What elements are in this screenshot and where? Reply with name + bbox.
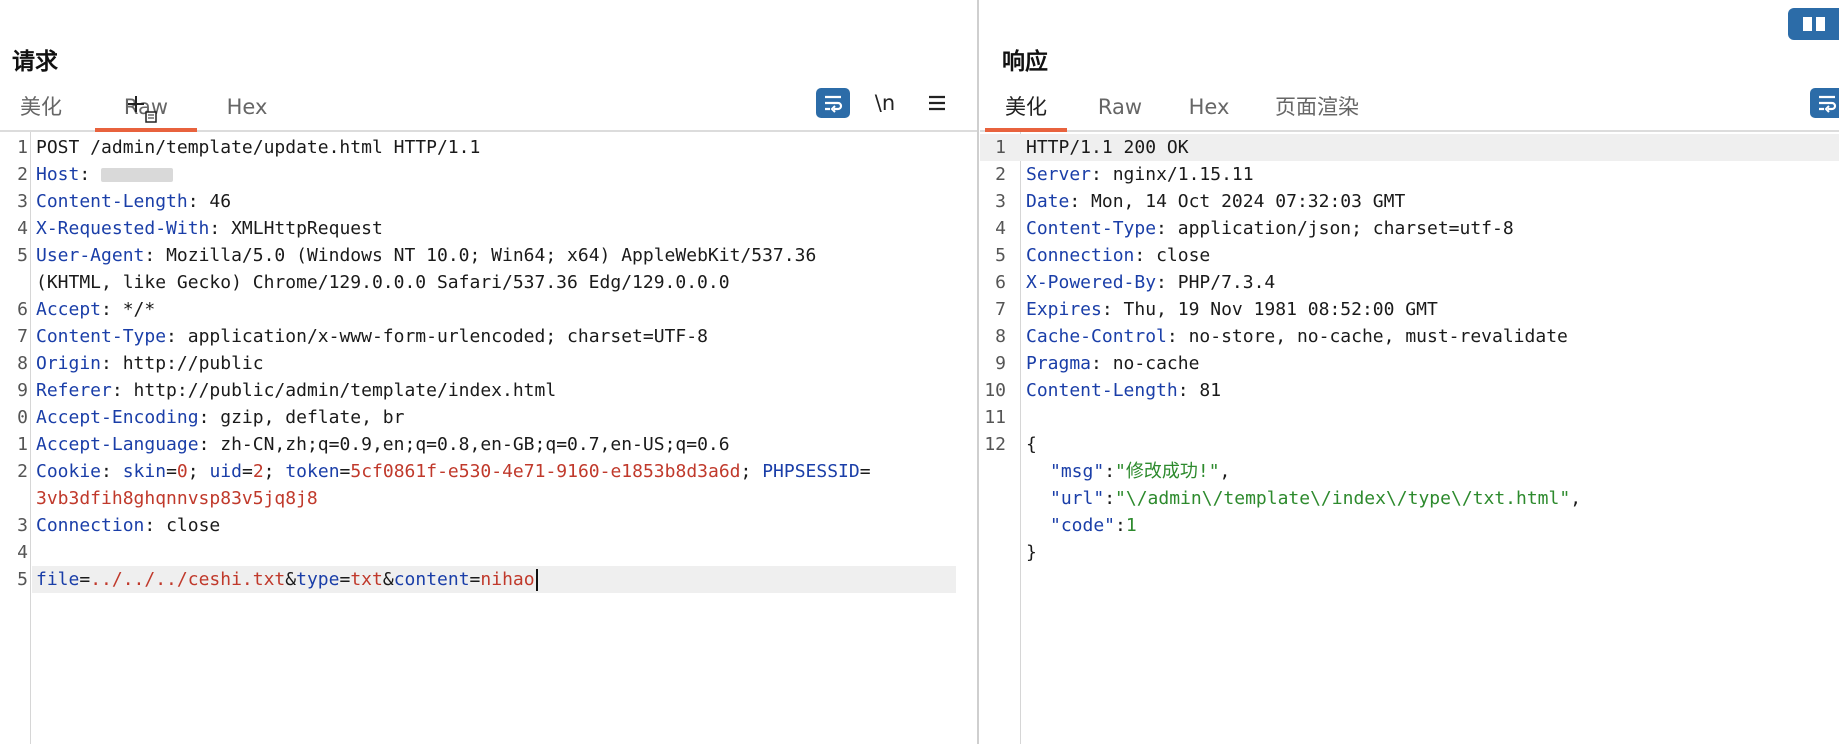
request-pane: 请求 美化 Raw Hex \n 1 POST /admin/template/u… — [0, 0, 978, 744]
request-body-line[interactable]: 5 file=../../../ceshi.txt&type=txt&conten… — [17, 566, 956, 593]
request-line: POST /admin/template/update.html HTTP/1.… — [36, 137, 481, 158]
newline-toggle[interactable]: \n — [868, 88, 902, 118]
response-tab-raw[interactable]: Raw — [1087, 90, 1153, 128]
response-tabs: 美化 Raw Hex 页面渲染 — [980, 90, 1839, 132]
request-tab-hex[interactable]: Hex — [214, 90, 280, 128]
request-tab-raw[interactable]: Raw — [95, 90, 197, 132]
response-tab-hex[interactable]: Hex — [1176, 90, 1242, 128]
wrap-lines-icon[interactable] — [816, 88, 850, 118]
request-tab-pretty[interactable]: 美化 — [10, 90, 72, 128]
response-tab-render[interactable]: 页面渲染 — [1262, 90, 1372, 128]
response-title: 响应 — [1002, 49, 1048, 75]
response-tab-pretty[interactable]: 美化 — [985, 90, 1067, 132]
response-pane: 响应 美化 Raw Hex 页面渲染 1 HTTP/1.1 200 OK 2 Ser… — [980, 0, 1839, 744]
status-line: HTTP/1.1 200 OK — [1026, 137, 1189, 158]
masked-host — [101, 168, 174, 182]
pane-divider[interactable] — [977, 0, 979, 744]
request-title: 请求 — [12, 49, 58, 75]
wrap-lines-icon[interactable] — [1810, 88, 1839, 118]
menu-icon[interactable] — [920, 88, 954, 118]
layout-columns-icon[interactable] — [1788, 8, 1839, 40]
text-caret — [535, 569, 538, 591]
response-editor[interactable]: 1 HTTP/1.1 200 OK 2 Server: nginx/1.15.11 … — [980, 132, 1839, 744]
request-editor[interactable]: 1 POST /admin/template/update.html HTTP/1… — [0, 132, 978, 744]
